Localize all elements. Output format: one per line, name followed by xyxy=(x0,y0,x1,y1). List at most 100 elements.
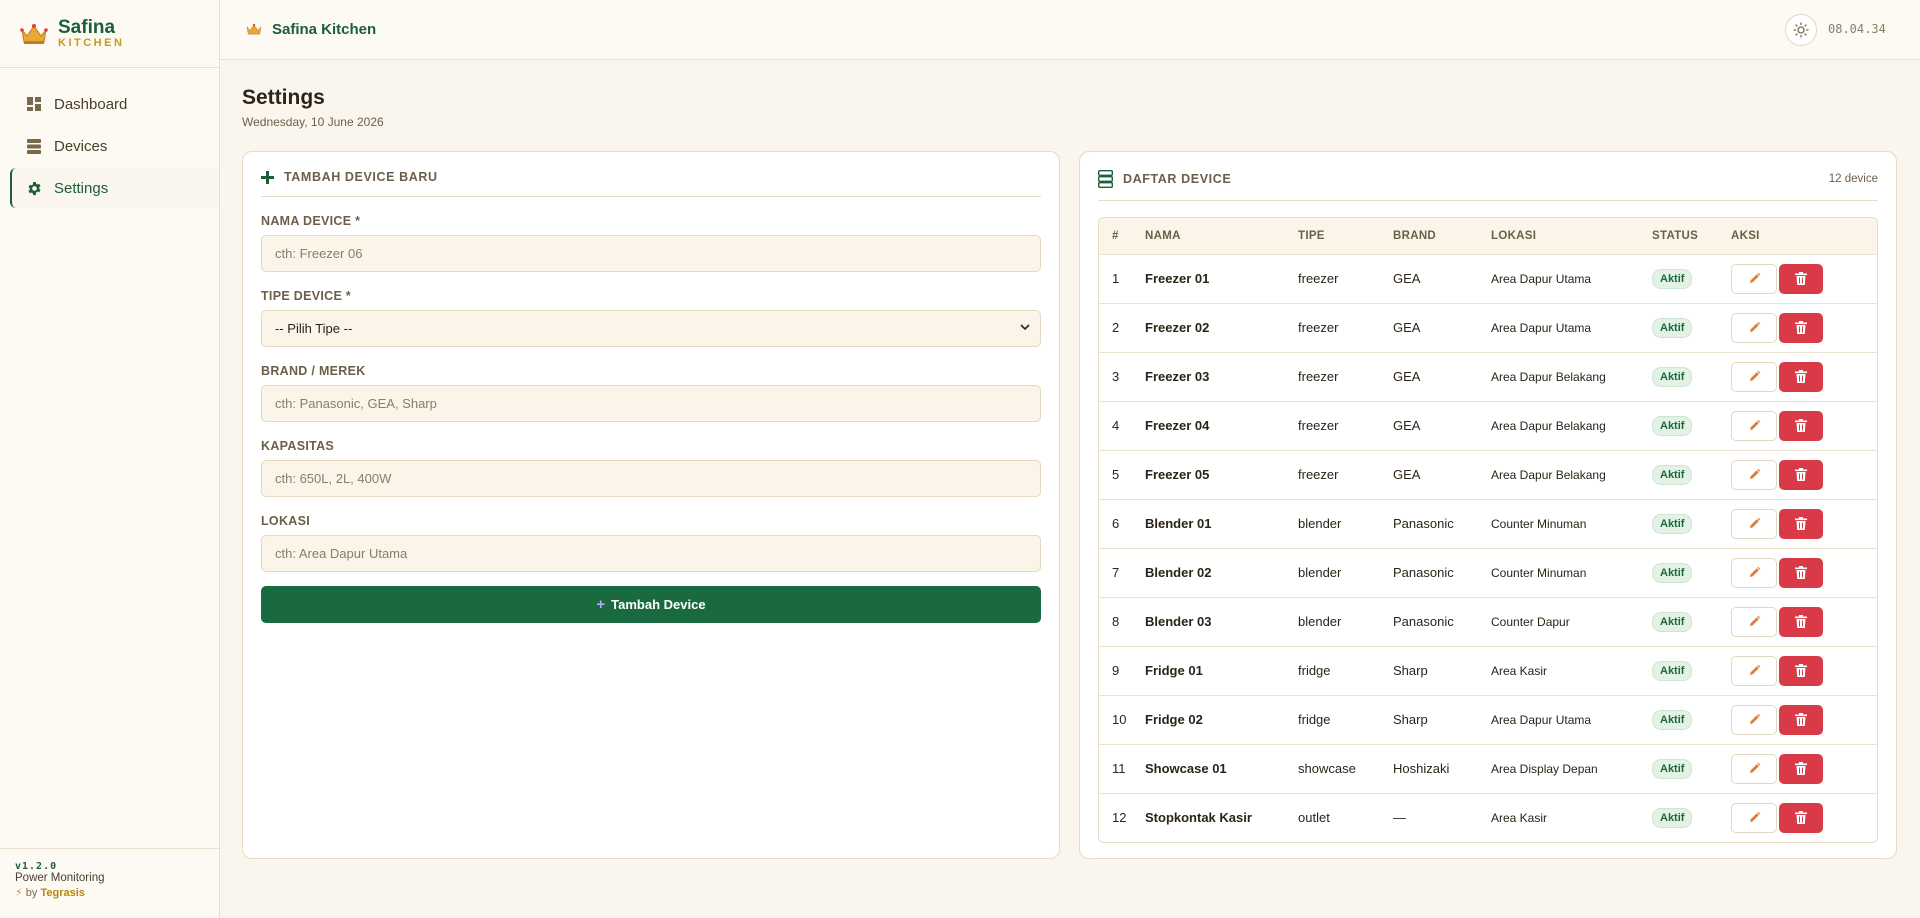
crown-icon xyxy=(20,23,48,44)
device-location: Counter Minuman xyxy=(1491,565,1587,580)
status-badge: Aktif xyxy=(1652,366,1693,387)
device-count: 12 device xyxy=(1828,173,1878,185)
table-header-row: # NAMA TIPE BRAND LOKASI STATUS AKSI xyxy=(1099,218,1877,254)
device-type: blender xyxy=(1298,614,1342,629)
status-badge: Aktif xyxy=(1652,513,1693,534)
device-brand: Panasonic xyxy=(1393,565,1454,580)
brand-input[interactable] xyxy=(261,385,1041,422)
delete-button[interactable] xyxy=(1779,263,1823,294)
delete-button[interactable] xyxy=(1779,802,1823,833)
brand-logo[interactable]: Safina KITCHEN xyxy=(0,0,219,68)
device-type: freezer xyxy=(1298,418,1339,433)
device-type-select-wrap: -- Pilih Tipe -- xyxy=(261,310,1041,347)
theme-toggle-button[interactable] xyxy=(1785,14,1817,46)
plus-icon: + xyxy=(596,596,606,613)
column-header: STATUS xyxy=(1652,229,1699,242)
row-number: 7 xyxy=(1112,565,1120,580)
edit-button[interactable] xyxy=(1731,508,1777,539)
column-header: # xyxy=(1112,229,1119,242)
delete-button[interactable] xyxy=(1779,410,1823,441)
trash-icon xyxy=(1795,615,1807,628)
device-brand: Hoshizaki xyxy=(1393,761,1450,776)
clock: 08.04.34 xyxy=(1828,22,1886,36)
status-badge: Aktif xyxy=(1652,758,1693,779)
device-brand: GEA xyxy=(1393,467,1421,482)
sidebar-item-devices[interactable]: Devices xyxy=(10,126,219,166)
dashboard-icon xyxy=(26,96,42,112)
pencil-icon xyxy=(1749,762,1760,773)
device-type: fridge xyxy=(1298,663,1331,678)
device-location: Area Dapur Belakang xyxy=(1491,418,1606,433)
sidebar-item-label: Dashboard xyxy=(54,95,128,113)
crown-icon xyxy=(246,23,262,35)
edit-button[interactable] xyxy=(1731,557,1777,588)
edit-button[interactable] xyxy=(1731,704,1777,735)
pencil-icon xyxy=(1749,272,1760,283)
device-name: Freezer 05 xyxy=(1145,467,1210,482)
trash-icon xyxy=(1795,370,1807,383)
capacity-input[interactable] xyxy=(261,460,1041,497)
bolt-icon: ⚡ xyxy=(15,887,23,899)
trash-icon xyxy=(1795,664,1807,677)
row-number: 12 xyxy=(1112,810,1127,826)
pencil-icon xyxy=(1749,615,1760,626)
sidebar-item-dashboard[interactable]: Dashboard xyxy=(10,84,219,124)
table-row: 10 Fridge 02 fridge Sharp Area Dapur Utama Ak… xyxy=(1099,695,1877,744)
trash-icon xyxy=(1795,811,1807,825)
delete-button[interactable] xyxy=(1779,753,1823,784)
device-type-select[interactable]: -- Pilih Tipe -- xyxy=(261,310,1041,347)
edit-button[interactable] xyxy=(1731,459,1777,490)
sidebar-item-settings[interactable]: Settings xyxy=(10,168,219,208)
add-device-button-label: Tambah Device xyxy=(611,597,706,612)
sidebar: Safina KITCHEN Dashboard Devices Setting… xyxy=(0,0,220,918)
column-header: TIPE xyxy=(1298,229,1325,242)
device-brand: Panasonic xyxy=(1393,614,1454,629)
delete-button[interactable] xyxy=(1779,655,1823,686)
sidebar-item-label: Devices xyxy=(54,137,108,155)
app-name: Power Monitoring xyxy=(15,872,105,884)
device-location: Area Dapur Belakang xyxy=(1491,369,1606,384)
credit-prefix: by xyxy=(25,887,38,899)
device-location: Counter Dapur xyxy=(1491,614,1570,629)
trash-icon xyxy=(1795,762,1807,775)
edit-button[interactable] xyxy=(1731,606,1777,637)
credit-name[interactable]: Tegrasis xyxy=(40,887,84,899)
delete-button[interactable] xyxy=(1779,459,1823,490)
device-list-card: DAFTAR DEVICE 12 device # NAMA TIPE BRAN… xyxy=(1079,151,1897,859)
delete-button[interactable] xyxy=(1779,704,1823,735)
edit-button[interactable] xyxy=(1731,410,1777,441)
device-name-input[interactable] xyxy=(261,235,1041,272)
edit-button[interactable] xyxy=(1731,753,1777,784)
edit-button[interactable] xyxy=(1731,312,1777,343)
list-icon xyxy=(1098,170,1113,188)
sidebar-item-label: Settings xyxy=(54,179,109,197)
edit-button[interactable] xyxy=(1731,655,1777,686)
device-table-wrap: # NAMA TIPE BRAND LOKASI STATUS AKSI 1 Fr… xyxy=(1098,217,1878,843)
edit-button[interactable] xyxy=(1731,361,1777,392)
edit-button[interactable] xyxy=(1731,802,1777,833)
device-brand: GEA xyxy=(1393,320,1421,335)
gear-icon xyxy=(26,180,42,196)
delete-button[interactable] xyxy=(1779,606,1823,637)
brand-sub: KITCHEN xyxy=(58,36,125,49)
sun-icon xyxy=(1793,22,1809,38)
topbar: Safina Kitchen 08.04.34 xyxy=(220,0,1920,60)
device-brand: GEA xyxy=(1393,369,1421,384)
edit-button[interactable] xyxy=(1731,263,1777,294)
delete-button[interactable] xyxy=(1779,557,1823,588)
row-number: 5 xyxy=(1112,467,1120,482)
trash-icon xyxy=(1795,419,1807,432)
device-brand: GEA xyxy=(1393,418,1421,433)
delete-button[interactable] xyxy=(1779,361,1823,392)
delete-button[interactable] xyxy=(1779,312,1823,343)
location-input[interactable] xyxy=(261,535,1041,572)
device-location: Area Dapur Utama xyxy=(1491,271,1592,286)
device-type: outlet xyxy=(1298,810,1330,826)
status-badge: Aktif xyxy=(1652,562,1693,583)
delete-button[interactable] xyxy=(1779,508,1823,539)
device-name: Blender 02 xyxy=(1145,565,1212,580)
column-header: BRAND xyxy=(1393,229,1437,242)
location-label: LOKASI xyxy=(261,514,311,528)
list-icon xyxy=(26,138,42,154)
add-device-button[interactable]: + Tambah Device xyxy=(261,586,1041,623)
